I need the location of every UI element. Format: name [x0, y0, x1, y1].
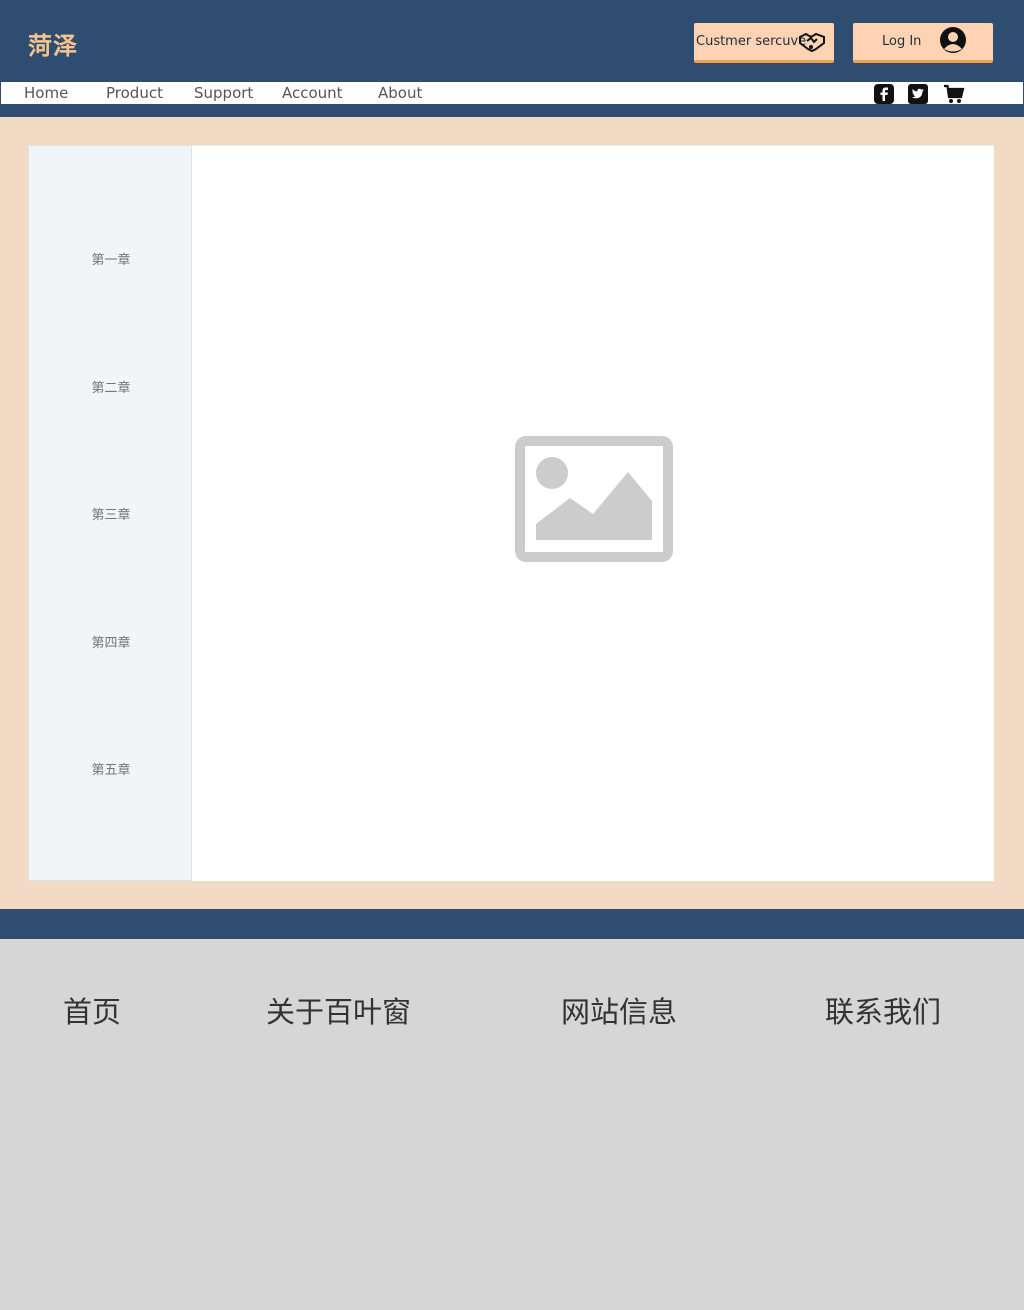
image-placeholder-icon	[515, 436, 673, 566]
nav-item-about[interactable]: About	[378, 84, 422, 102]
sidebar-item-chapter-2[interactable]: 第二章	[29, 377, 193, 396]
footer-divider	[0, 909, 1024, 939]
sidebar-item-chapter-5[interactable]: 第五章	[29, 759, 193, 778]
nav-item-account[interactable]: Account	[282, 84, 343, 102]
main-nav: Home Product Support Account About	[0, 81, 1024, 105]
site-footer: 首页 关于百叶窗 网站信息 联系我们	[0, 939, 1024, 1310]
handshake-icon	[798, 29, 826, 57]
footer-link-about-blinds[interactable]: 关于百叶窗	[266, 989, 411, 1031]
footer-link-contact[interactable]: 联系我们	[825, 989, 941, 1031]
twitter-icon[interactable]	[908, 84, 928, 104]
customer-service-button[interactable]: Custmer sercuve	[694, 23, 834, 63]
sidebar-item-chapter-1[interactable]: 第一章	[29, 249, 193, 268]
user-avatar-icon	[939, 26, 967, 58]
footer-link-home[interactable]: 首页	[63, 989, 121, 1031]
content-panel	[192, 145, 994, 881]
customer-service-label: Custmer sercuve	[696, 34, 807, 49]
top-header: 菏泽 Custmer sercuve Log In	[0, 0, 1024, 81]
nav-item-support[interactable]: Support	[194, 84, 253, 102]
login-label: Log In	[882, 34, 922, 49]
nav-item-product[interactable]: Product	[106, 84, 163, 102]
site-logo[interactable]: 菏泽	[28, 26, 78, 61]
sidebar-item-chapter-4[interactable]: 第四章	[29, 632, 193, 651]
nav-divider	[0, 105, 1024, 117]
footer-link-site-info[interactable]: 网站信息	[561, 989, 677, 1031]
chapter-sidebar: 第一章 第二章 第三章 第四章 第五章	[28, 145, 192, 881]
cart-icon[interactable]	[943, 84, 965, 104]
facebook-icon[interactable]	[874, 84, 894, 104]
nav-item-home[interactable]: Home	[24, 84, 68, 102]
sidebar-item-chapter-3[interactable]: 第三章	[29, 504, 193, 523]
login-button[interactable]: Log In	[853, 23, 993, 63]
